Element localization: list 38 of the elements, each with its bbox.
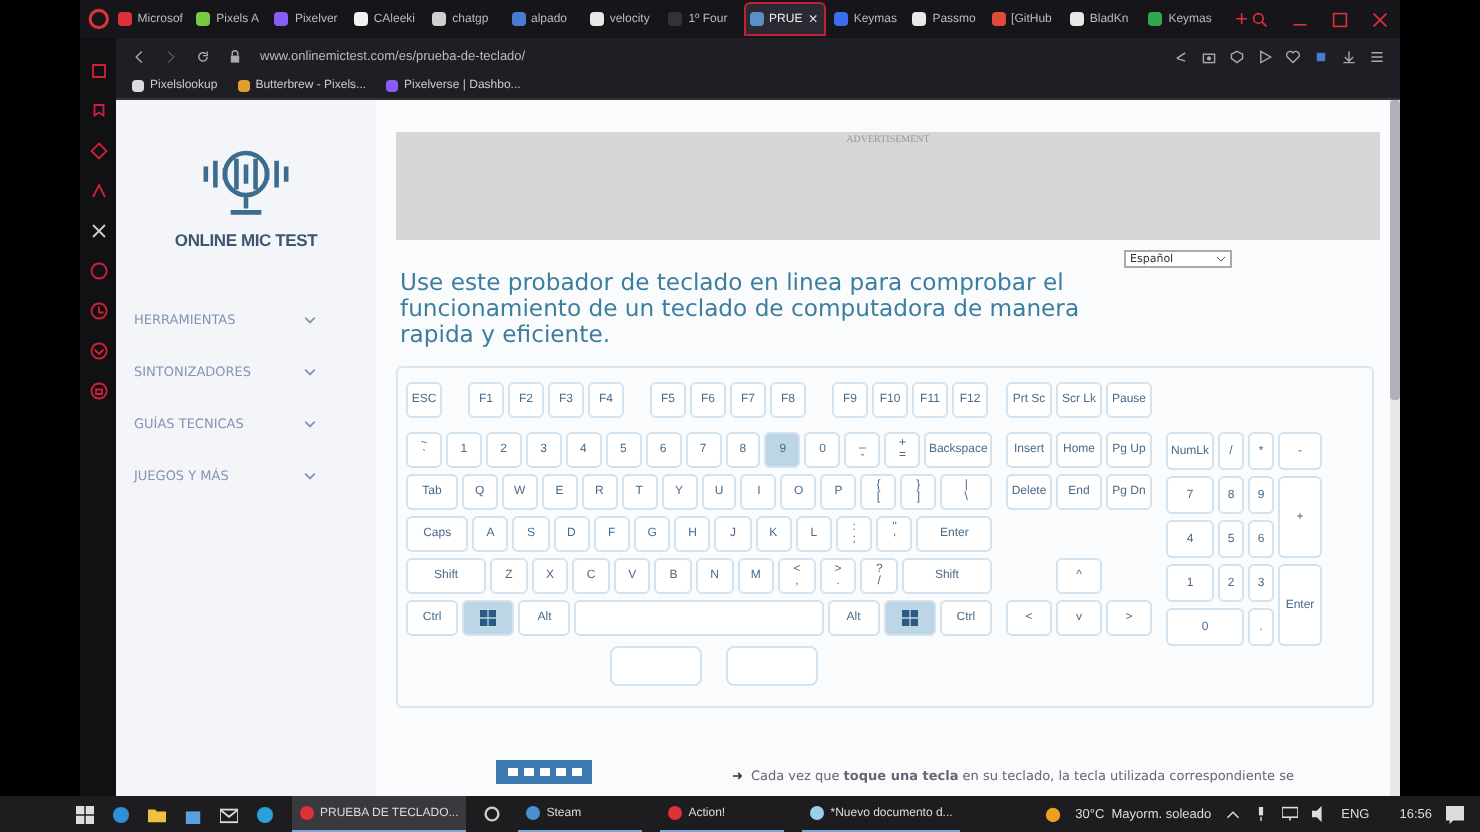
logo-text: ONLINE MIC TEST	[174, 230, 318, 250]
new-tab-button[interactable]: +	[1235, 7, 1248, 31]
chevron-icon[interactable]	[89, 342, 107, 360]
menu-icon[interactable]	[1370, 49, 1384, 63]
reload-icon[interactable]	[196, 49, 210, 63]
close-icon[interactable]	[1372, 11, 1388, 27]
back-icon[interactable]	[132, 49, 146, 63]
windows-logo-icon[interactable]	[76, 805, 94, 823]
caret-icon	[1216, 256, 1226, 262]
notification-icon[interactable]	[1446, 805, 1464, 823]
x-icon[interactable]	[89, 222, 107, 240]
heart-icon[interactable]	[1286, 49, 1300, 63]
bookmark-icon[interactable]	[89, 102, 107, 120]
monitor-icon[interactable]	[1281, 806, 1298, 822]
chevron-up-icon[interactable]	[1225, 809, 1240, 819]
extension-icon[interactable]	[1314, 49, 1328, 63]
folder-icon[interactable]	[148, 805, 166, 823]
opera-logo-icon	[88, 8, 110, 30]
scrollbar-thumb[interactable]	[1390, 100, 1400, 400]
download-icon[interactable]	[1342, 49, 1356, 63]
windows-logo-icon	[901, 610, 918, 626]
sun-icon	[1043, 805, 1062, 823]
lock-icon	[228, 49, 242, 63]
square-icon[interactable]	[89, 62, 107, 80]
close-tab-button[interactable]: ×	[808, 10, 818, 28]
windows-logo-icon	[480, 610, 497, 626]
clock-icon[interactable]	[89, 302, 107, 320]
search-icon[interactable]	[1252, 11, 1268, 27]
diamond-icon[interactable]	[89, 142, 107, 160]
windows-key[interactable]	[883, 600, 936, 636]
maximize-icon[interactable]	[1332, 11, 1348, 27]
speaker-icon[interactable]	[1311, 806, 1328, 822]
windows-key[interactable]	[462, 600, 515, 636]
mail-icon[interactable]	[220, 805, 238, 823]
play-icon[interactable]	[1258, 49, 1272, 63]
camera-icon[interactable]	[1202, 49, 1216, 63]
keyboard-icon	[496, 760, 592, 784]
page-heading: Use este probador de teclado en linea para comprobar el funcionamiento de un teclado de computadora de manera rapida y eficiente.	[400, 270, 1080, 348]
